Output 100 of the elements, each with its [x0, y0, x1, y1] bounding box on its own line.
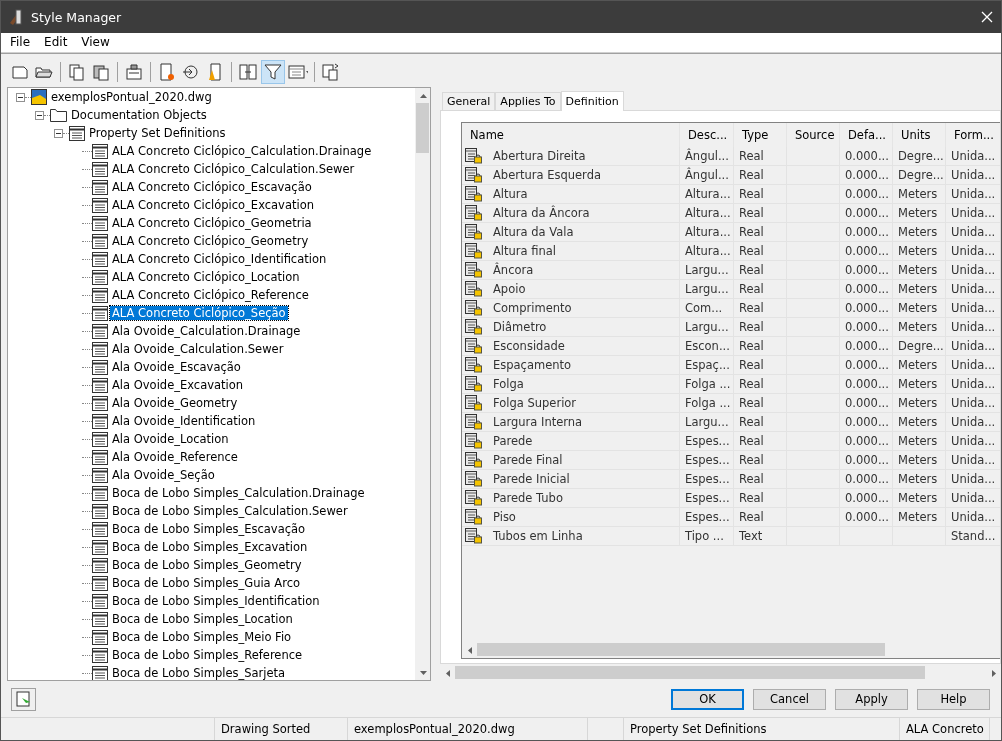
- table-cell: Largu...: [680, 280, 734, 299]
- dialog-button[interactable]: Help: [917, 688, 990, 710]
- list-icon: [92, 305, 108, 321]
- property-name[interactable]: Piso: [493, 510, 516, 524]
- tree-item[interactable]: Documentation Objects: [69, 108, 209, 122]
- tree-item[interactable]: ALA Concreto Ciclópico_Calculation.Drainage: [110, 144, 374, 158]
- tree-item[interactable]: ALA Concreto Ciclópico_Reference: [110, 288, 311, 302]
- scroll-right-icon[interactable]: [989, 668, 998, 677]
- tree-item[interactable]: Boca de Lobo Simples_Escavação: [110, 522, 308, 536]
- property-name[interactable]: Folga: [493, 377, 524, 391]
- tree-item[interactable]: Ala Ovoide_Identification: [110, 414, 258, 428]
- table-cell: Real: [734, 147, 787, 166]
- tree-item[interactable]: Ala Ovoide_Reference: [110, 450, 240, 464]
- property-name[interactable]: Abertura Direita: [493, 149, 586, 163]
- table-cell: Meters: [893, 299, 946, 318]
- tree-item[interactable]: Boca de Lobo Simples_Guia Arco: [110, 576, 303, 590]
- property-name[interactable]: Parede Tubo: [493, 491, 563, 505]
- property-name[interactable]: Largura Interna: [493, 415, 583, 429]
- table-cell: 0.000...: [840, 280, 893, 299]
- collapse-icon[interactable]: [16, 92, 25, 102]
- tree-item[interactable]: ALA Concreto Ciclópico_Identification: [110, 252, 329, 266]
- tree-item[interactable]: exemplosPontual_2020.dwg: [49, 90, 214, 104]
- table-cell: Altura...: [680, 185, 734, 204]
- tree-item[interactable]: Boca de Lobo Simples_Excavation: [110, 540, 310, 554]
- property-name[interactable]: Altura da Âncora: [493, 206, 590, 220]
- table-cell: 0.000...: [840, 432, 893, 451]
- list-icon: [92, 485, 108, 501]
- scroll-left-icon[interactable]: [465, 645, 474, 654]
- table-cell: 0.000...: [840, 185, 893, 204]
- property-name[interactable]: Folga Superior: [493, 396, 577, 410]
- table-cell: Unida...: [946, 147, 1000, 166]
- tree-item[interactable]: ALA Concreto Ciclópico_Location: [110, 270, 302, 284]
- tree-item[interactable]: Ala Ovoide_Escavação: [110, 360, 243, 374]
- list-icon: [92, 341, 108, 357]
- table-cell: Meters: [893, 413, 946, 432]
- property-name[interactable]: Altura final: [493, 244, 557, 258]
- property-name[interactable]: Altura: [493, 187, 528, 201]
- dialog-button[interactable]: OK: [671, 688, 744, 710]
- scrollbar-thumb[interactable]: [477, 643, 885, 656]
- vertical-scrollbar[interactable]: [415, 88, 430, 680]
- tree-item[interactable]: Boca de Lobo Simples_Calculation.Drainage: [110, 486, 367, 500]
- toolbar-button[interactable]: [261, 59, 285, 84]
- menu-item[interactable]: File: [3, 33, 38, 52]
- tree-item[interactable]: Boca de Lobo Simples_Geometry: [110, 558, 304, 572]
- tree-item[interactable]: Ala Ovoide_Calculation.Drainage: [110, 324, 303, 338]
- table-cell: Largu...: [680, 318, 734, 337]
- tree-item[interactable]: ALA Concreto Ciclópico_Geometry: [110, 234, 311, 248]
- property-name[interactable]: Comprimento: [493, 301, 572, 315]
- tree-item[interactable]: Boca de Lobo Simples_Reference: [110, 648, 305, 662]
- tree-item[interactable]: ALA Concreto Ciclópico_Excavation: [110, 198, 316, 212]
- list-icon: [92, 431, 108, 447]
- tree-item[interactable]: Ala Ovoide_Calculation.Sewer: [110, 342, 286, 356]
- tree-item[interactable]: Boca de Lobo Simples_Meio Fio: [110, 630, 294, 644]
- table-cell: Meters: [893, 375, 946, 394]
- tree-item[interactable]: Ala Ovoide_Geometry: [110, 396, 240, 410]
- close-icon[interactable]: [981, 11, 993, 23]
- tab[interactable]: General: [442, 92, 496, 110]
- property-name[interactable]: Altura da Vala: [493, 225, 574, 239]
- property-name[interactable]: Espaçamento: [493, 358, 572, 372]
- tree-item[interactable]: ALA Concreto Ciclópico_Seção: [110, 306, 288, 320]
- tab[interactable]: Applies To: [495, 92, 561, 110]
- list-icon: [92, 539, 108, 555]
- dialog-button[interactable]: Cancel: [753, 688, 826, 710]
- table-cell: Largu...: [680, 261, 734, 280]
- scroll-up-icon[interactable]: [418, 91, 427, 100]
- property-name[interactable]: Âncora: [493, 263, 534, 277]
- tree-item[interactable]: ALA Concreto Ciclópico_Calculation.Sewer: [110, 162, 357, 176]
- property-name[interactable]: Tubos em Linha: [493, 529, 583, 543]
- menu-item[interactable]: Edit: [37, 33, 75, 52]
- tree-item[interactable]: Property Set Definitions: [87, 126, 228, 140]
- table-cell: Folga ...: [680, 375, 734, 394]
- tree-item[interactable]: ALA Concreto Ciclópico_Escavação: [110, 180, 314, 194]
- property-name[interactable]: Apoio: [493, 282, 526, 296]
- dialog-button[interactable]: Apply: [835, 688, 908, 710]
- list-icon: [92, 197, 108, 213]
- table-cell: Real: [734, 166, 787, 185]
- tree-item[interactable]: Boca de Lobo Simples_Calculation.Sewer: [110, 504, 350, 518]
- tree-item[interactable]: Ala Ovoide_Excavation: [110, 378, 246, 392]
- tree-item[interactable]: Ala Ovoide_Seção: [110, 468, 217, 482]
- tree-item[interactable]: Boca de Lobo Simples_Identification: [110, 594, 322, 608]
- tree-item[interactable]: Ala Ovoide_Location: [110, 432, 231, 446]
- scroll-down-icon[interactable]: [418, 668, 427, 677]
- menu-item[interactable]: View: [74, 33, 117, 52]
- scroll-left-icon[interactable]: [443, 668, 452, 677]
- property-name[interactable]: Esconsidade: [493, 339, 565, 353]
- tree-item[interactable]: ALA Concreto Ciclópico_Geometria: [110, 216, 314, 230]
- property-name[interactable]: Parede Final: [493, 453, 563, 467]
- tab[interactable]: Definition: [560, 91, 624, 111]
- property-name[interactable]: Diâmetro: [493, 320, 547, 334]
- scrollbar-thumb[interactable]: [416, 103, 429, 153]
- collapse-icon[interactable]: [54, 128, 63, 138]
- table-cell: Real: [734, 470, 787, 489]
- property-name[interactable]: Abertura Esquerda: [493, 168, 601, 182]
- help-button[interactable]: [11, 687, 36, 711]
- tree-item[interactable]: Boca de Lobo Simples_Sarjeta: [110, 666, 288, 680]
- property-name[interactable]: Parede Inicial: [493, 472, 570, 486]
- tree-item[interactable]: Boca de Lobo Simples_Location: [110, 612, 295, 626]
- collapse-icon[interactable]: [35, 110, 44, 120]
- property-name[interactable]: Parede: [493, 434, 533, 448]
- scrollbar-thumb[interactable]: [455, 666, 925, 679]
